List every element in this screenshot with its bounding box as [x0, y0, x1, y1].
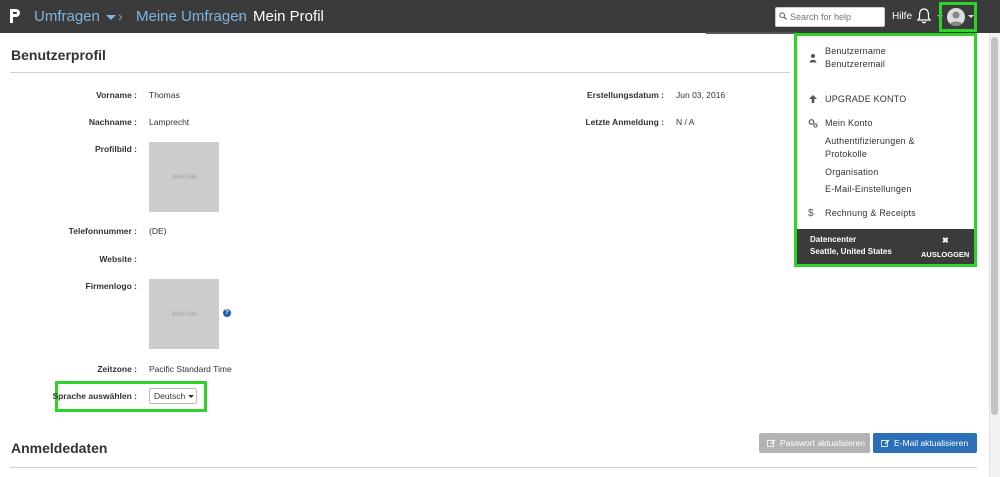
dropdown-footer: Datencenter Seattle, United States ✖ AUS… — [797, 229, 974, 264]
help-question-icon[interactable]: ? — [223, 309, 231, 317]
search-input[interactable] — [775, 7, 885, 27]
username: Benutzername — [825, 46, 886, 56]
phone-value: (DE) — [149, 226, 167, 236]
close-icon: ✖ — [942, 236, 949, 245]
profile-picture[interactable]: 100×100 — [149, 142, 219, 212]
breadcrumb-my-surveys[interactable]: Meine Umfragen — [136, 8, 247, 25]
divider — [706, 32, 796, 34]
lastlogin-value: N / A — [676, 117, 695, 127]
billing-link[interactable]: Rechnung & Receipts — [825, 208, 916, 218]
update-password-button[interactable]: Passwort aktualisieren — [759, 433, 870, 453]
help-link[interactable]: Hilfe — [892, 11, 912, 22]
caret-down-icon — [105, 14, 116, 20]
datacenter-label: Datencenter — [810, 235, 857, 244]
timezone-label: Zeitzone : — [97, 364, 137, 374]
bell-icon[interactable] — [916, 7, 932, 25]
my-account-link[interactable]: Mein Konto — [825, 118, 873, 128]
breadcrumb-separator-icon: › — [238, 8, 243, 24]
lastname-value: Lamprecht — [149, 117, 190, 127]
logo-icon[interactable] — [8, 7, 22, 25]
useremail: Benutzeremail — [825, 59, 886, 69]
search-icon — [779, 12, 787, 20]
timezone-value: Pacific Standard Time — [149, 364, 232, 374]
user-menu-toggle[interactable] — [939, 2, 977, 32]
auth-protocols-label-line1: Authentifizierungen & — [825, 136, 915, 146]
breadcrumb-surveys[interactable]: Umfragen — [34, 8, 116, 25]
datacenter-location: Seattle, United States — [810, 247, 892, 256]
scrollbar-thumb[interactable] — [991, 37, 998, 415]
auth-protocols-link[interactable]: Authentifizierungen & Protokolle — [825, 136, 915, 162]
avatar-icon — [947, 8, 965, 26]
breadcrumb-surveys-label: Umfragen — [34, 8, 100, 25]
user-dropdown-menu: Benutzername Benutzeremail UPGRADE KONTO… — [794, 33, 977, 267]
website-label: Website : — [99, 254, 137, 264]
companylogo-label: Firmenlogo : — [85, 281, 137, 291]
auth-protocols-label-line2: Protokolle — [825, 149, 868, 159]
edit-icon — [767, 439, 776, 447]
created-value: Jun 03, 2016 — [676, 90, 726, 100]
logout-button[interactable]: AUSLOGGEN — [921, 250, 969, 259]
update-password-label: Passwort aktualisieren — [780, 438, 866, 448]
created-label: Erstellungsdatum : — [587, 90, 664, 100]
profilepic-label: Profilbild : — [94, 144, 137, 154]
divider — [10, 467, 977, 468]
update-email-button[interactable]: E-Mail aktualisieren — [873, 433, 977, 453]
email-settings-link[interactable]: E-Mail-Einstellungen — [825, 184, 912, 194]
gears-icon — [808, 119, 818, 128]
profile-section-title: Benutzerprofil — [11, 47, 106, 63]
caret-down-icon — [188, 395, 194, 398]
firstname-label: Vorname : — [96, 90, 137, 100]
phone-label: Telefonnummer : — [68, 226, 137, 236]
lastlogin-label: Letzte Anmeldung : — [585, 117, 664, 127]
language-label: Sprache auswählen : — [52, 391, 137, 401]
update-email-label: E-Mail aktualisieren — [894, 438, 969, 448]
language-select[interactable]: Deutsch — [149, 388, 197, 404]
organisation-link[interactable]: Organisation — [825, 167, 878, 177]
language-select-value: Deutsch — [154, 391, 186, 401]
firstname-value: Thomas — [149, 90, 180, 100]
breadcrumb-separator-icon: › — [118, 8, 123, 24]
arrow-up-icon — [809, 95, 817, 103]
lastname-label: Nachname : — [88, 117, 137, 127]
user-icon — [809, 54, 817, 63]
company-logo[interactable]: 100×100 — [149, 279, 219, 349]
edit-icon — [881, 439, 890, 447]
upgrade-account-link[interactable]: UPGRADE KONTO — [825, 94, 906, 104]
divider — [10, 72, 790, 73]
dollar-icon: $ — [808, 208, 814, 219]
breadcrumb-my-profile: Mein Profil — [253, 8, 324, 25]
caret-down-icon — [968, 15, 974, 18]
login-section-title: Anmeldedaten — [11, 440, 108, 456]
